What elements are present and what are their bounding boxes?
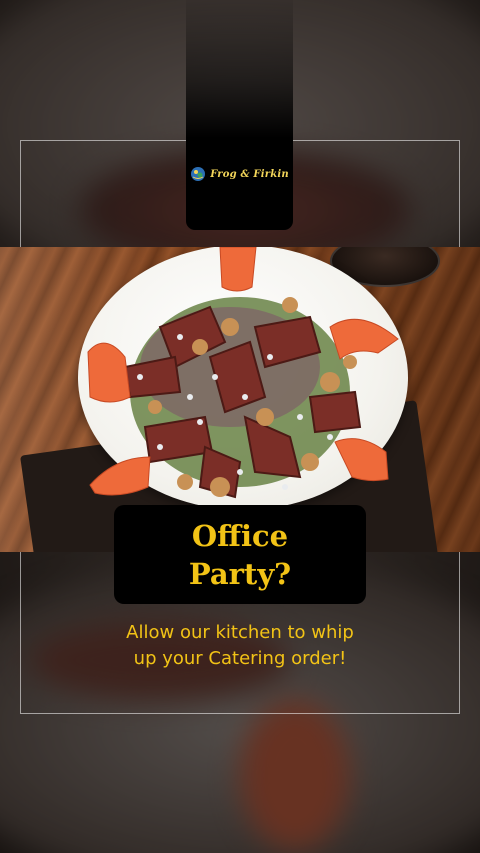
headline-line-1: Office — [191, 518, 289, 553]
headline-line-2: Party? — [188, 556, 292, 591]
brand-name: Frog & Firkin — [210, 168, 289, 180]
tagline-line-1: Allow our kitchen to whip — [126, 622, 354, 643]
tagline: Allow our kitchen to whip up your Cateri… — [60, 620, 420, 672]
frog-logo-icon — [191, 167, 206, 181]
logo-tab: Frog & Firkin — [186, 0, 293, 230]
catering-promo: Frog & Firkin Office Party? Allow our ki… — [0, 0, 480, 853]
headline-card: Office Party? — [114, 505, 366, 604]
brand-logo[interactable]: Frog & Firkin — [186, 166, 293, 182]
tagline-line-2: up your Catering order! — [133, 648, 347, 669]
